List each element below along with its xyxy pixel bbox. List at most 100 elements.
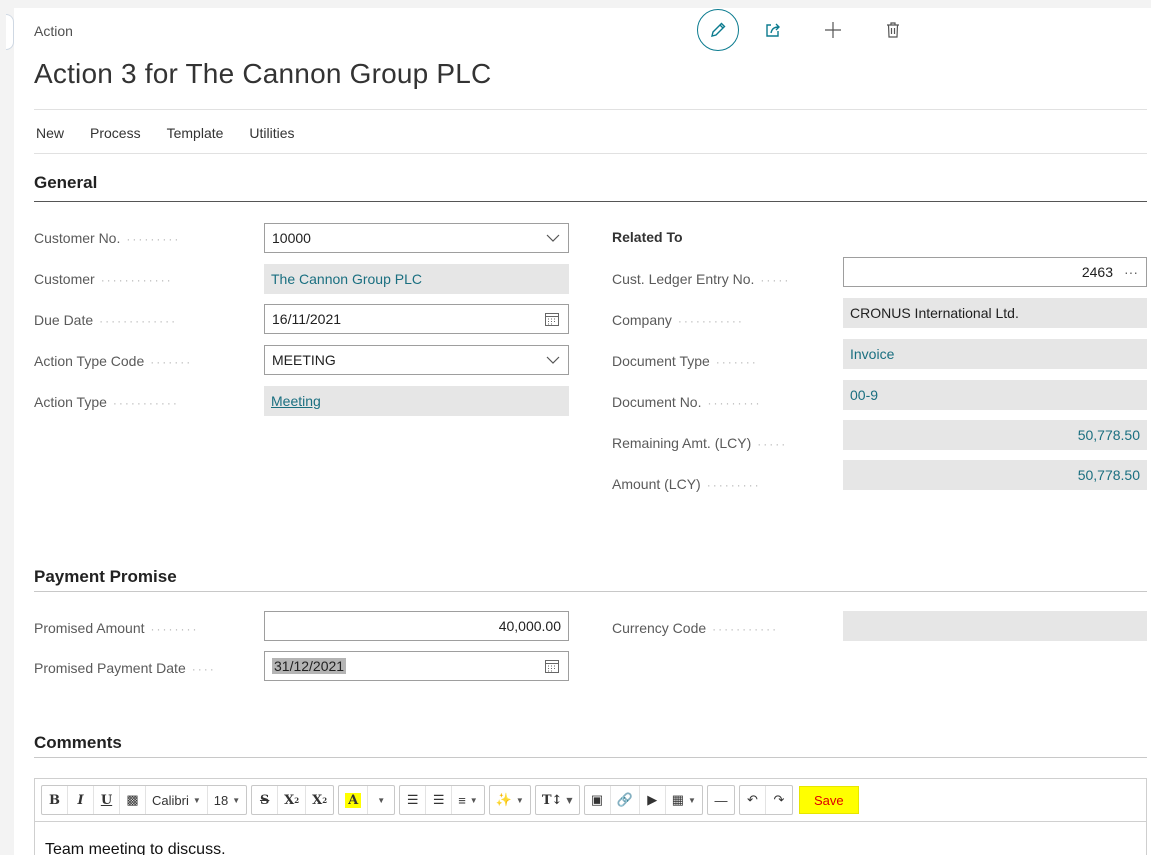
trash-icon <box>887 22 899 38</box>
toolbar-group-effects: S X2 X2 <box>251 785 335 815</box>
calendar-icon[interactable] <box>544 305 560 333</box>
save-button[interactable]: Save <box>798 786 859 814</box>
top-band <box>14 0 1151 8</box>
subscript-button[interactable]: X2 <box>306 786 333 814</box>
menu-process[interactable]: Process <box>90 125 141 141</box>
title-divider <box>34 109 1147 110</box>
new-button[interactable] <box>813 10 853 50</box>
action-type-field: Meeting <box>264 386 569 416</box>
font-size-select[interactable]: 18 ▼ <box>208 786 246 814</box>
page-title: Action 3 for The Cannon Group PLC <box>34 58 492 89</box>
more-options-icon[interactable]: ··· <box>1124 258 1138 286</box>
toolbar-group-style: B I U ▩ Calibri ▼ 18 ▼ <box>41 785 248 815</box>
undo-icon: ↶ <box>747 792 758 807</box>
field-label-due-date: Due Date ············· <box>34 312 178 328</box>
horizontal-rule-button[interactable]: — <box>708 786 734 814</box>
field-label-promised-payment-date: Promised Payment Date ···· <box>34 660 216 676</box>
font-color-button[interactable]: A <box>339 786 369 814</box>
align-button[interactable]: ≡ ▼ <box>452 786 484 814</box>
action-menu: New Process Template Utilities <box>36 125 321 141</box>
magic-wand-icon: ✨ <box>495 792 512 807</box>
panel-handle[interactable] <box>6 14 14 50</box>
edit-button[interactable] <box>697 9 739 51</box>
promised-amount-field[interactable]: 40,000.00 <box>264 611 569 641</box>
bullet-list-icon: ☰ <box>406 792 419 807</box>
bold-button[interactable]: B <box>42 786 68 814</box>
comments-body[interactable]: Team meeting to discuss. <box>45 841 226 855</box>
undo-button[interactable]: ↶ <box>740 786 766 814</box>
remaining-amt-field: 50,778.50 <box>843 420 1147 450</box>
cust-ledger-entry-no-field[interactable]: 2463 ··· <box>843 257 1147 287</box>
insert-table-button[interactable]: ▦ ▼ <box>666 786 702 814</box>
delete-button[interactable] <box>873 10 913 50</box>
edit-icon <box>711 22 726 37</box>
customer-no-field[interactable]: 10000 <box>264 223 569 253</box>
customer-field: The Cannon Group PLC <box>264 264 569 294</box>
company-field: CRONUS International Ltd. <box>843 298 1147 328</box>
section-comments-line <box>34 757 1147 758</box>
insert-image-button[interactable]: ▣ <box>585 786 611 814</box>
editor-divider <box>35 821 1146 822</box>
section-comments-title[interactable]: Comments <box>34 733 122 753</box>
comments-editor: B I U ▩ Calibri ▼ 18 ▼ S X2 X2 A ▼ ☰ ☰ ≡ ▼ <box>34 778 1147 855</box>
style-wand-button[interactable]: ✨ ▼ <box>490 786 530 814</box>
calendar-icon[interactable] <box>544 652 560 680</box>
insert-link-button[interactable]: 🔗 <box>611 786 640 814</box>
action-card-page: Action Action 3 for The Cannon Group PLC… <box>14 8 1151 855</box>
section-general-title[interactable]: General <box>34 173 97 193</box>
align-icon: ≡ <box>458 792 466 808</box>
strikethrough-button[interactable]: S <box>252 786 279 814</box>
field-label-action-type: Action Type ··········· <box>34 394 179 410</box>
field-label-currency-code: Currency Code ··········· <box>612 620 779 636</box>
toolbar-group-color: A ▼ <box>338 785 396 815</box>
bullet-list-button[interactable]: ☰ <box>400 786 427 814</box>
eraser-icon: ▩ <box>126 792 139 807</box>
insert-video-button[interactable]: ▶ <box>640 786 666 814</box>
action-type-code-field[interactable]: MEETING <box>264 345 569 375</box>
section-payment-promise-line <box>34 591 1147 592</box>
chevron-down-icon[interactable] <box>546 224 560 252</box>
share-button[interactable] <box>753 10 793 50</box>
page-caption: Action <box>34 23 73 39</box>
field-label-remaining-amt: Remaining Amt. (LCY) ····· <box>612 435 788 451</box>
share-icon <box>766 23 780 37</box>
left-edge-strip <box>0 0 14 855</box>
section-payment-promise-title[interactable]: Payment Promise <box>34 567 177 587</box>
horizontal-rule-icon: — <box>714 792 728 808</box>
font-color-dropdown[interactable]: ▼ <box>368 786 394 814</box>
toolbar-group-hr: — <box>706 785 735 815</box>
section-general-line <box>34 201 1147 202</box>
clear-format-button[interactable]: ▩ <box>120 786 146 814</box>
table-icon: ▦ <box>671 792 685 807</box>
italic-button[interactable]: I <box>68 786 94 814</box>
toolbar-group-insert: ▣ 🔗 ▶ ▦ ▼ <box>583 785 703 815</box>
field-label-document-no: Document No. ········· <box>612 394 762 410</box>
field-label-action-type-code: Action Type Code ······· <box>34 353 193 369</box>
field-label-promised-amount: Promised Amount ········ <box>34 620 199 636</box>
currency-code-field <box>843 611 1147 641</box>
field-label-document-type: Document Type ······· <box>612 353 758 369</box>
font-name-select[interactable]: Calibri ▼ <box>146 786 208 814</box>
video-icon: ▶ <box>647 792 658 807</box>
chevron-down-icon[interactable] <box>546 346 560 374</box>
superscript-button[interactable]: X2 <box>278 786 307 814</box>
numbered-list-button[interactable]: ☰ <box>426 786 453 814</box>
redo-button[interactable]: ↷ <box>766 786 792 814</box>
menu-utilities[interactable]: Utilities <box>249 125 294 141</box>
menu-template[interactable]: Template <box>167 125 224 141</box>
promised-payment-date-field[interactable]: 31/12/2021 <box>264 651 569 681</box>
text-height-button[interactable]: T↕ ▼ <box>536 786 579 814</box>
due-date-field[interactable]: 16/11/2021 <box>264 304 569 334</box>
amount-lcy-field: 50,778.50 <box>843 460 1147 490</box>
text-height-icon: T↕ <box>541 792 563 808</box>
menu-new[interactable]: New <box>36 125 64 141</box>
redo-icon: ↷ <box>773 792 785 807</box>
field-label-customer: Customer ············ <box>34 271 173 287</box>
field-label-customer-no: Customer No. ········· <box>34 230 181 246</box>
link-icon: 🔗 <box>616 792 633 807</box>
toolbar-group-text-height: T↕ ▼ <box>534 785 580 815</box>
underline-button[interactable]: U <box>94 786 120 814</box>
image-icon: ▣ <box>590 792 604 807</box>
action-type-link[interactable]: Meeting <box>271 393 562 409</box>
menu-divider <box>34 153 1147 154</box>
